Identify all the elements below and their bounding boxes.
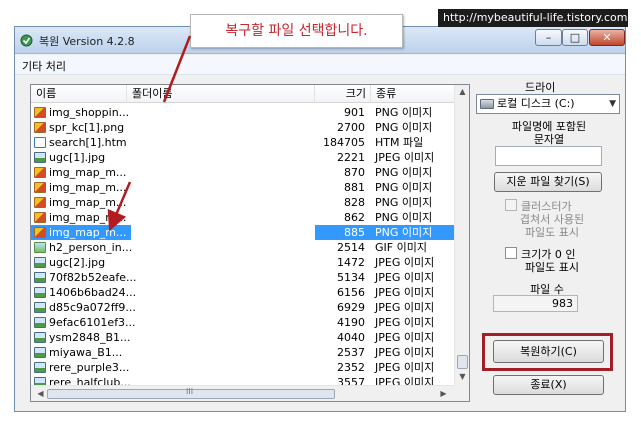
callout-arrow-icon xyxy=(107,181,132,232)
callout-pointer-line xyxy=(162,35,192,103)
annotation-arrows xyxy=(107,35,192,232)
